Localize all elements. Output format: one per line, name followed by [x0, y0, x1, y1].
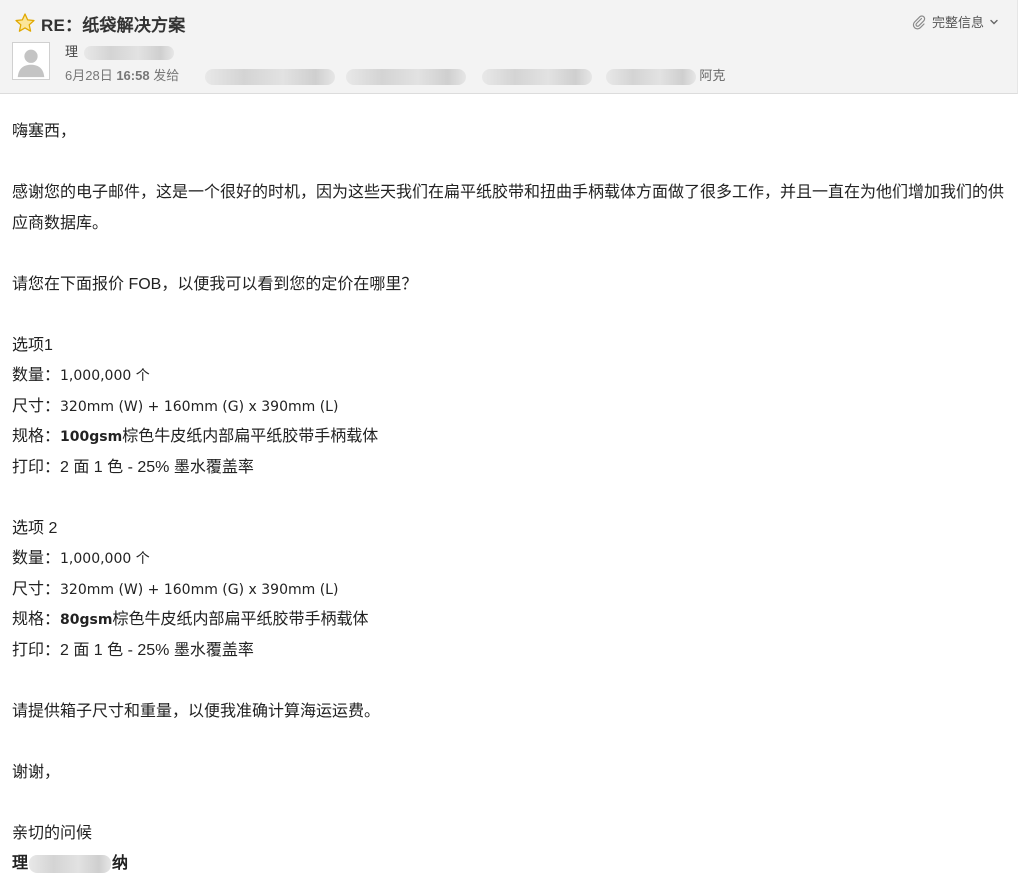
signature-name: 理纳 — [12, 849, 1012, 880]
option1-spec-rest: 棕色牛皮纸内部扁平纸胶带手柄载体 — [122, 428, 379, 445]
option1-spec-bold: 100gsm — [60, 429, 123, 445]
paragraph-box-request: 请提供箱子尺寸和重量，以便我准确计算海运运费。 — [12, 702, 381, 720]
option1-size: 尺寸：320mm (W) + 160mm (G) x 390mm (L) — [12, 392, 1012, 423]
sent-date: 6月28日 — [65, 68, 113, 83]
option2-size-label: 尺寸： — [12, 580, 61, 598]
option1-title: 选项1 — [12, 336, 53, 354]
thanks: 谢谢， — [12, 763, 61, 781]
option1-qty-value: 1,000,000 个 — [60, 368, 150, 384]
redacted-recipients-2 — [346, 68, 467, 85]
sender-name[interactable]: 理 — [65, 41, 174, 60]
sent-to-label: 发给 — [153, 68, 180, 83]
option2-print-value: 2 面 1 色 - 25% 墨水覆盖率 — [60, 641, 254, 659]
option1-print-value: 2 面 1 色 - 25% 墨水覆盖率 — [60, 458, 254, 476]
paragraph-quote-request: 请您在下面报价 FOB，以便我可以看到您的定价在哪里？ — [12, 275, 418, 293]
redacted-recipients-3 — [482, 68, 593, 85]
option2-size: 尺寸：320mm (W) + 160mm (G) x 390mm (L) — [12, 575, 1012, 606]
option2-size-value: 320mm (W) + 160mm (G) x 390mm (L) — [60, 581, 339, 598]
sender-avatar[interactable] — [12, 42, 50, 80]
option2-qty-value: 1,000,000 个 — [60, 551, 150, 567]
greeting: 嗨塞西， — [12, 123, 77, 140]
option1-print-label: 打印： — [12, 458, 61, 476]
option2-qty: 数量：1,000,000 个 — [12, 544, 1012, 575]
option1-size-value: 320mm (W) + 160mm (G) x 390mm (L) — [60, 398, 339, 415]
option2-spec: 规格：80gsm棕色牛皮纸内部扁平纸胶带手柄载体 — [12, 605, 1012, 636]
signature-last: 纳 — [112, 855, 129, 872]
redacted-sender — [83, 45, 174, 60]
option1-spec: 规格：100gsm棕色牛皮纸内部扁平纸胶带手柄载体 — [12, 422, 1012, 453]
option2-print: 打印：2 面 1 色 - 25% 墨水覆盖率 — [12, 636, 1012, 667]
redacted-recipients-1 — [204, 68, 335, 85]
paragraph-intro: 感谢您的电子邮件，这是一个很好的时机，因为这些天我们在扁平纸胶带和扭曲手柄载体方… — [12, 184, 1005, 232]
person-avatar-icon — [13, 43, 49, 79]
option2-spec-label: 规格： — [12, 611, 61, 628]
signature-first: 理 — [12, 855, 29, 872]
chevron-down-icon — [990, 19, 998, 24]
regards: 亲切的问候 — [12, 824, 93, 842]
full-details-label: 完整信息 — [931, 15, 984, 30]
email-header: RE：纸袋解决方案 完整信息 理 6月28日 16:58 发给 阿克 — [0, 0, 1018, 94]
sender-name-text: 理 — [65, 44, 79, 59]
redacted-signature — [29, 854, 112, 873]
sent-time: 16:58 — [116, 68, 150, 83]
full-details-toggle[interactable]: 完整信息 — [911, 12, 999, 31]
option2-title: 选项 2 — [12, 519, 58, 537]
option1-spec-label: 规格： — [12, 428, 61, 445]
option2-spec-rest: 棕色牛皮纸内部扁平纸胶带手柄载体 — [112, 611, 369, 628]
option2-qty-label: 数量： — [12, 550, 61, 567]
email-meta: 6月28日 16:58 发给 阿克 — [65, 65, 725, 85]
email-body: 嗨塞西， 感谢您的电子邮件，这是一个很好的时机，因为这些天我们在扁平纸胶带和扭曲… — [12, 117, 1012, 880]
option1-qty-label: 数量： — [12, 367, 61, 384]
option2-spec-bold: 80gsm — [60, 612, 113, 628]
option1-qty: 数量：1,000,000 个 — [12, 361, 1012, 392]
option2-print-label: 打印： — [12, 641, 61, 659]
redacted-recipients-4 — [605, 68, 696, 85]
paperclip-icon — [912, 14, 926, 29]
email-subject: RE：纸袋解决方案 — [41, 16, 186, 35]
option1-size-label: 尺寸： — [12, 397, 61, 415]
star-icon[interactable] — [14, 12, 36, 34]
recipient-last[interactable]: 阿克 — [699, 68, 725, 83]
option1-print: 打印：2 面 1 色 - 25% 墨水覆盖率 — [12, 453, 1012, 484]
